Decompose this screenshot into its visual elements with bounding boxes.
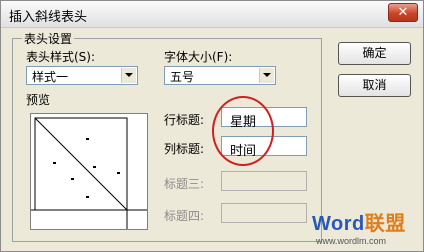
font-size-select[interactable]: 五号 (164, 66, 276, 85)
preview-label: 预览 (26, 93, 51, 107)
group-title: 表头设置 (22, 30, 75, 47)
watermark-brand-a: Word (312, 213, 365, 235)
font-size-label: 字体大小(F): (164, 50, 233, 64)
dialog-title: 插入斜线表头 (9, 10, 88, 25)
title4-input[interactable] (221, 203, 307, 223)
row-title-label: 行标题: (164, 113, 205, 127)
header-style-label: 表头样式(S): (26, 50, 96, 64)
title4-label: 标题四: (164, 209, 205, 223)
cancel-button[interactable]: 取消 (338, 74, 411, 97)
header-style-value: 样式一 (32, 70, 69, 84)
close-button[interactable]: ✕ (388, 3, 418, 22)
column-title-label: 列标题: (164, 142, 205, 156)
title3-input[interactable] (221, 171, 307, 191)
title3-label: 标题三: (164, 177, 205, 191)
font-size-value: 五号 (170, 70, 195, 84)
close-icon: ✕ (397, 5, 409, 20)
title-bar[interactable]: 插入斜线表头 ✕ (1, 1, 423, 28)
chevron-down-icon[interactable] (259, 68, 274, 83)
column-title-input[interactable]: 时间 (221, 136, 307, 159)
column-title-value: 时间 (230, 144, 257, 159)
chevron-down-icon[interactable] (121, 68, 136, 83)
row-title-value: 星期 (230, 115, 257, 130)
preview-diagram (31, 117, 147, 229)
watermark-logo: Word联盟 (312, 207, 406, 236)
row-title-input[interactable]: 星期 (221, 107, 307, 130)
preview-box (30, 113, 148, 230)
watermark-url: www.wordlm.com (316, 236, 387, 246)
watermark-brand-b: 联盟 (364, 213, 406, 235)
header-style-select[interactable]: 样式一 (26, 66, 138, 85)
ok-button[interactable]: 确定 (338, 42, 411, 65)
